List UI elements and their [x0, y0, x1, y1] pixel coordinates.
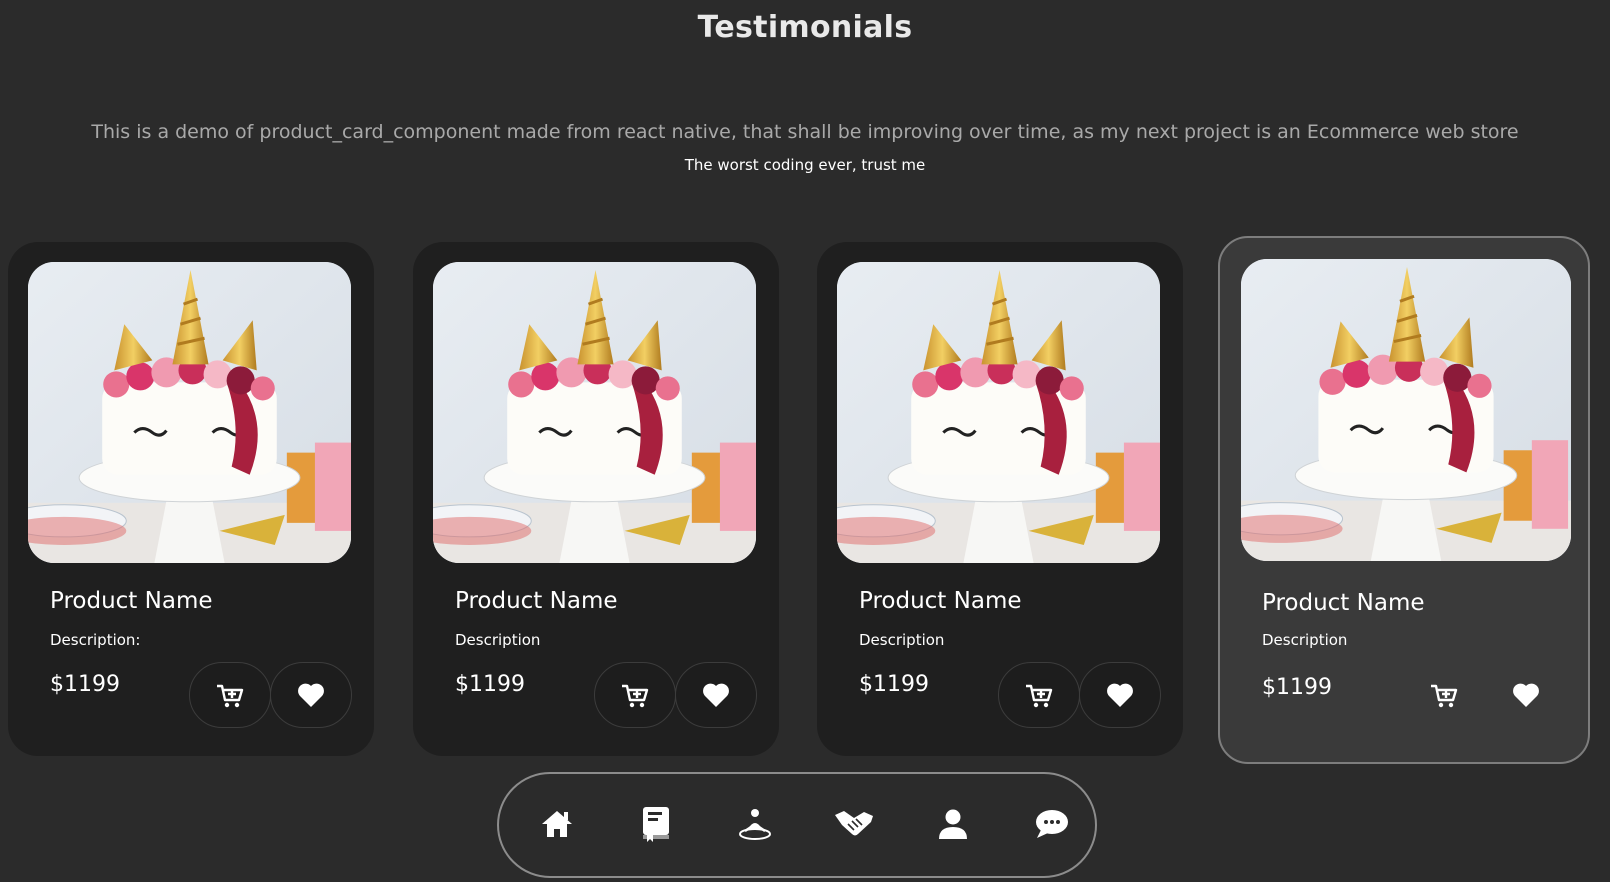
home-icon [540, 809, 574, 843]
heart-icon [1512, 682, 1540, 708]
product-description: Description [1262, 631, 1348, 649]
page-tagline: The worst coding ever, trust me [684, 156, 926, 174]
product-card-highlighted[interactable]: Product Name Description $1199 [1218, 236, 1590, 764]
handshake-icon [834, 808, 874, 844]
nav-meditation[interactable] [733, 804, 777, 848]
product-image [28, 262, 351, 563]
favorite-button[interactable] [675, 662, 757, 728]
product-price: $1199 [50, 672, 120, 697]
product-price: $1199 [455, 672, 525, 697]
user-icon [938, 808, 968, 844]
bottom-navbar [497, 772, 1097, 878]
nav-home[interactable] [535, 804, 579, 848]
product-card[interactable]: Product Name Description: $1199 [8, 242, 374, 756]
add-to-cart-button[interactable] [189, 662, 271, 728]
add-to-cart-icon [1429, 680, 1459, 710]
favorite-button[interactable] [270, 662, 352, 728]
nav-handshake[interactable] [832, 804, 876, 848]
product-card[interactable]: Product Name Description $1199 [413, 242, 779, 756]
favorite-button[interactable] [1079, 662, 1161, 728]
nav-chat[interactable] [1030, 804, 1074, 848]
product-description: Description [859, 631, 945, 649]
product-name: Product Name [1262, 590, 1425, 616]
product-description: Description [455, 631, 541, 649]
meditation-icon [738, 807, 772, 845]
add-to-cart-icon [620, 680, 650, 710]
product-image [837, 262, 1160, 563]
product-description: Description: [50, 631, 141, 649]
page-subtitle: This is a demo of product_card_component… [91, 121, 1519, 143]
add-to-cart-button[interactable] [1403, 662, 1485, 728]
product-image [433, 262, 756, 563]
add-to-cart-icon [1024, 680, 1054, 710]
product-name: Product Name [859, 588, 1022, 614]
book-icon [641, 806, 671, 846]
heart-icon [702, 682, 730, 708]
add-to-cart-icon [215, 680, 245, 710]
add-to-cart-button[interactable] [998, 662, 1080, 728]
product-image [1241, 259, 1571, 561]
product-name: Product Name [50, 588, 213, 614]
product-price: $1199 [1262, 675, 1332, 700]
favorite-button[interactable] [1485, 662, 1567, 728]
add-to-cart-button[interactable] [594, 662, 676, 728]
product-price: $1199 [859, 672, 929, 697]
nav-book[interactable] [634, 804, 678, 848]
heart-icon [1106, 682, 1134, 708]
page-title: Testimonials [697, 10, 913, 45]
product-card[interactable]: Product Name Description $1199 [817, 242, 1183, 756]
page: Testimonials This is a demo of product_c… [0, 0, 1610, 882]
nav-user[interactable] [931, 804, 975, 848]
product-name: Product Name [455, 588, 618, 614]
heart-icon [297, 682, 325, 708]
chat-icon [1034, 808, 1070, 844]
